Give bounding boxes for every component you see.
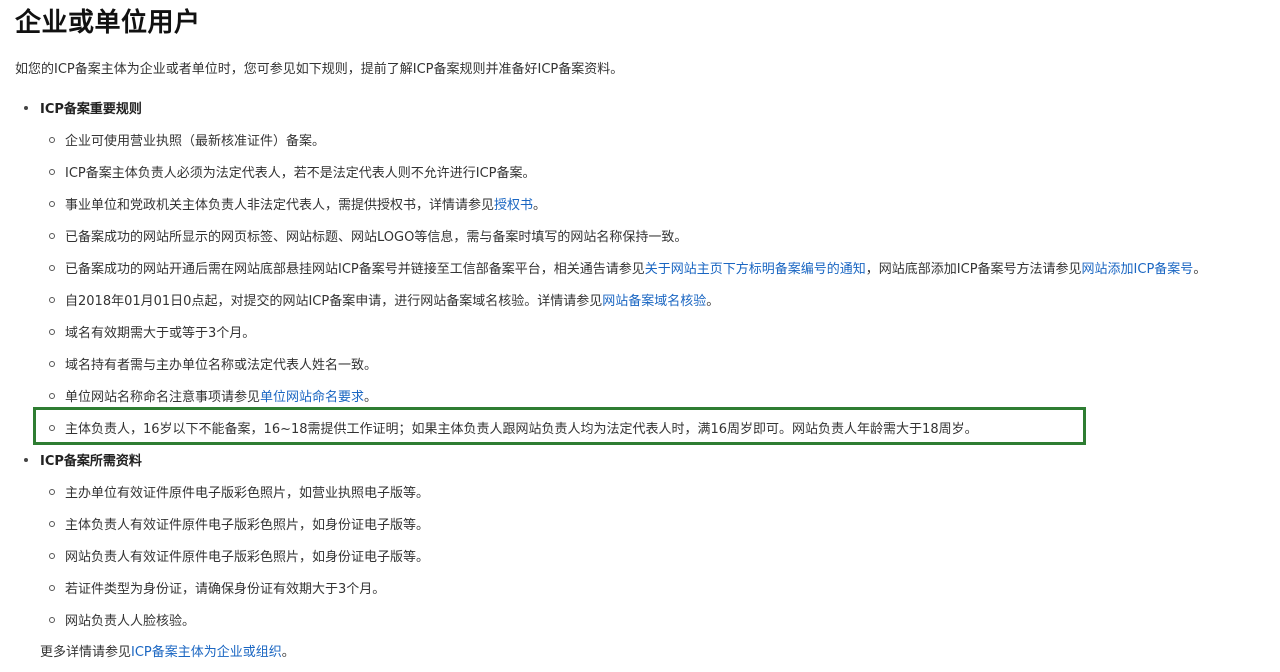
bullet-icon xyxy=(24,105,28,110)
list-item: 企业可使用营业执照（最新核准证件）备案。 xyxy=(49,130,325,149)
list-item: 已备案成功的网站开通后需在网站底部悬挂网站ICP备案号并链接至工信部备案平台，相… xyxy=(49,258,1206,277)
footer-note: 更多详情请参见ICP备案主体为企业或组织。 xyxy=(40,645,295,660)
circle-bullet-icon xyxy=(49,200,55,207)
list-item: 域名持有者需与主办单位名称或法定代表人姓名一致。 xyxy=(49,354,377,373)
page-title: 企业或单位用户 xyxy=(15,8,201,38)
circle-bullet-icon xyxy=(49,360,55,367)
highlight-box xyxy=(33,407,1086,445)
circle-bullet-icon xyxy=(49,392,55,399)
circle-bullet-icon xyxy=(49,520,55,527)
list-item: 已备案成功的网站所显示的网页标签、网站标题、网站LOGO等信息，需与备案时填写的… xyxy=(49,226,687,245)
list-item: 主办单位有效证件原件电子版彩色照片，如营业执照电子版等。 xyxy=(49,482,429,501)
notice-link[interactable]: 关于网站主页下方标明备案编号的通知 xyxy=(645,262,866,277)
materials-section-heading: ICP备案所需资料 xyxy=(24,450,142,469)
list-item: 单位网站名称命名注意事项请参见单位网站命名要求。 xyxy=(49,386,377,405)
add-icp-number-link[interactable]: 网站添加ICP备案号 xyxy=(1082,262,1194,277)
rules-section-heading: ICP备案重要规则 xyxy=(24,98,142,117)
list-item: 网站负责人人脸核验。 xyxy=(49,610,195,629)
circle-bullet-icon xyxy=(49,264,55,271)
list-item: 域名有效期需大于或等于3个月。 xyxy=(49,322,255,341)
list-item: 若证件类型为身份证，请确保身份证有效期大于3个月。 xyxy=(49,578,385,597)
intro-paragraph: 如您的ICP备案主体为企业或者单位时，您可参见如下规则，提前了解ICP备案规则并… xyxy=(15,62,624,77)
site-naming-link[interactable]: 单位网站命名要求 xyxy=(260,390,364,405)
circle-bullet-icon xyxy=(49,488,55,495)
authorization-letter-link[interactable]: 授权书 xyxy=(494,198,533,213)
list-item: ICP备案主体负责人必须为法定代表人，若不是法定代表人则不允许进行ICP备案。 xyxy=(49,162,536,181)
circle-bullet-icon xyxy=(49,552,55,559)
circle-bullet-icon xyxy=(49,168,55,175)
enterprise-icp-link[interactable]: ICP备案主体为企业或组织 xyxy=(131,645,282,660)
list-item: 网站负责人有效证件原件电子版彩色照片，如身份证电子版等。 xyxy=(49,546,429,565)
bullet-icon xyxy=(24,457,28,462)
circle-bullet-icon xyxy=(49,232,55,239)
domain-verification-link[interactable]: 网站备案域名核验 xyxy=(602,294,706,309)
circle-bullet-icon xyxy=(49,328,55,335)
circle-bullet-icon xyxy=(49,616,55,623)
circle-bullet-icon xyxy=(49,296,55,303)
list-item: 自2018年01月01日0点起，对提交的网站ICP备案申请，进行网站备案域名核验… xyxy=(49,290,719,309)
list-item: 事业单位和党政机关主体负责人非法定代表人，需提供授权书，详情请参见授权书。 xyxy=(49,194,546,213)
list-item: 主体负责人有效证件原件电子版彩色照片，如身份证电子版等。 xyxy=(49,514,429,533)
circle-bullet-icon xyxy=(49,584,55,591)
document-page: 企业或单位用户 如您的ICP备案主体为企业或者单位时，您可参见如下规则，提前了解… xyxy=(0,0,1280,672)
circle-bullet-icon xyxy=(49,136,55,143)
